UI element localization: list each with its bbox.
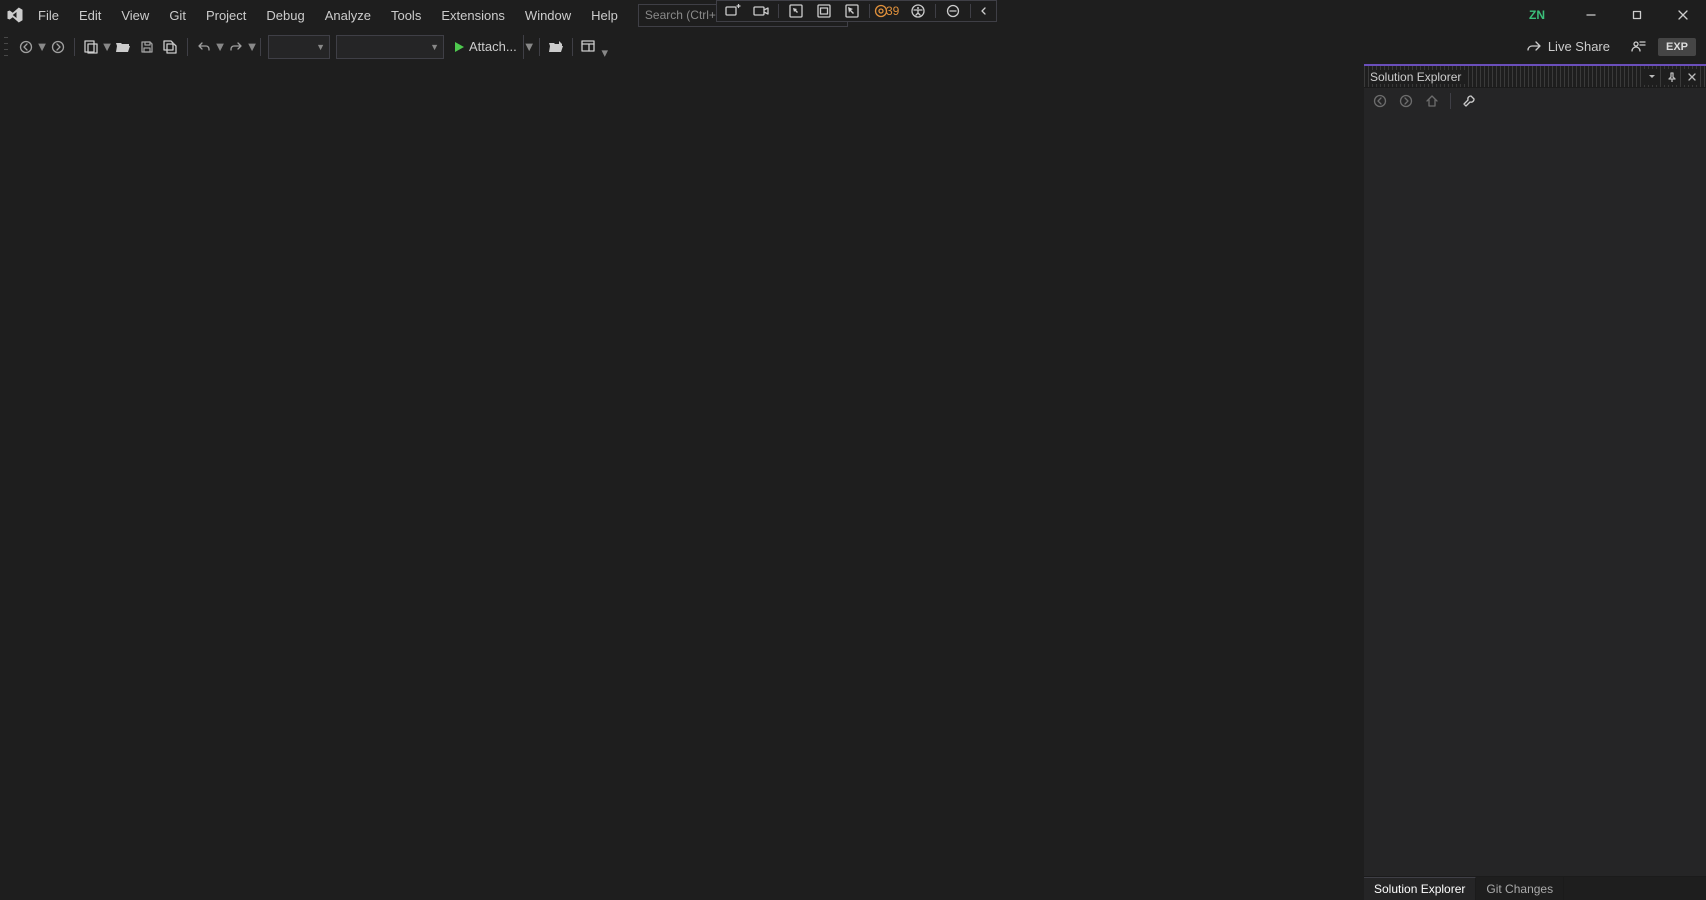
- redo-button[interactable]: [224, 35, 248, 59]
- separator: [539, 38, 540, 56]
- separator: [778, 4, 779, 18]
- menu-view[interactable]: View: [111, 4, 159, 27]
- separator: [970, 4, 971, 18]
- titlebar-right: ZN: [1524, 0, 1706, 30]
- menu-window[interactable]: Window: [515, 4, 581, 27]
- panel-back-icon[interactable]: [1370, 91, 1390, 111]
- separator: [260, 38, 261, 56]
- main-area: Solution Explorer: [0, 64, 1706, 900]
- window-capture-icon[interactable]: [811, 2, 837, 20]
- panel-bottom-tabs: Solution Explorer Git Changes: [1364, 876, 1706, 900]
- exp-button[interactable]: EXP: [1658, 38, 1696, 56]
- find-in-files-button[interactable]: [544, 35, 568, 59]
- menu-tools[interactable]: Tools: [381, 4, 431, 27]
- attach-label: Attach...: [469, 39, 517, 54]
- tab-git-changes[interactable]: Git Changes: [1476, 877, 1564, 900]
- menu-analyze[interactable]: Analyze: [315, 4, 381, 27]
- undo-button[interactable]: [192, 35, 216, 59]
- panel-title: Solution Explorer: [1370, 70, 1467, 84]
- chevron-down-icon: ▼: [316, 42, 325, 52]
- notification-count[interactable]: 39: [874, 2, 903, 20]
- minimize-button[interactable]: [1568, 0, 1614, 30]
- vs-logo-icon: [2, 6, 28, 24]
- redo-dropdown[interactable]: ▼: [248, 39, 256, 54]
- solution-explorer-panel: Solution Explorer: [1364, 64, 1706, 900]
- new-project-button[interactable]: [79, 35, 103, 59]
- separator: [869, 4, 870, 18]
- menu-file[interactable]: File: [28, 4, 69, 27]
- nav-back-button[interactable]: [14, 35, 38, 59]
- snip-new-icon[interactable]: [720, 2, 746, 20]
- save-button[interactable]: [135, 35, 159, 59]
- live-share-label: Live Share: [1548, 39, 1610, 54]
- close-panel-icon[interactable]: [1684, 69, 1700, 85]
- panel-options-dropdown[interactable]: [1644, 69, 1660, 85]
- editor-empty-area: [0, 64, 1364, 900]
- separator: [74, 38, 75, 56]
- main-menu: File Edit View Git Project Debug Analyze…: [28, 4, 628, 27]
- attach-debugger-button[interactable]: Attach...: [447, 35, 523, 59]
- menu-project[interactable]: Project: [196, 4, 256, 27]
- window-layout-button[interactable]: [577, 35, 601, 59]
- notification-count-value: 39: [886, 4, 903, 18]
- nav-forward-button[interactable]: [46, 35, 70, 59]
- toolbar-grip[interactable]: [4, 37, 10, 57]
- tab-solution-explorer[interactable]: Solution Explorer: [1364, 877, 1476, 900]
- save-all-button[interactable]: [159, 35, 183, 59]
- title-bar: File Edit View Git Project Debug Analyze…: [0, 0, 1706, 30]
- do-not-disturb-icon[interactable]: [940, 2, 966, 20]
- maximize-button[interactable]: [1614, 0, 1660, 30]
- solution-tree-empty: [1364, 114, 1706, 876]
- standard-toolbar: ▼ ▼ ▼ ▼ ▼ ▼ Attach... ▼ ▾: [0, 30, 1706, 64]
- menu-git[interactable]: Git: [159, 4, 196, 27]
- separator: [935, 4, 936, 18]
- nav-back-dropdown[interactable]: ▼: [38, 39, 46, 54]
- attach-dropdown[interactable]: ▼: [523, 35, 535, 59]
- user-avatar[interactable]: ZN: [1524, 5, 1550, 25]
- menu-debug[interactable]: Debug: [256, 4, 314, 27]
- separator: [1450, 93, 1451, 109]
- chevron-left-icon[interactable]: [975, 2, 993, 20]
- pointer-capture-icon[interactable]: [783, 2, 809, 20]
- solution-platform-combo[interactable]: ▼: [336, 35, 444, 59]
- accessibility-icon[interactable]: [905, 2, 931, 20]
- record-icon[interactable]: [748, 2, 774, 20]
- quick-action-bar: 39: [716, 0, 997, 22]
- open-file-button[interactable]: [111, 35, 135, 59]
- panel-toolbar: [1364, 88, 1706, 114]
- feedback-button[interactable]: [1626, 35, 1650, 59]
- close-button[interactable]: [1660, 0, 1706, 30]
- menu-help[interactable]: Help: [581, 4, 628, 27]
- panel-forward-icon[interactable]: [1396, 91, 1416, 111]
- separator: [572, 38, 573, 56]
- pin-icon[interactable]: [1664, 69, 1680, 85]
- undo-dropdown[interactable]: ▼: [216, 39, 224, 54]
- properties-wrench-icon[interactable]: [1459, 91, 1479, 111]
- new-project-dropdown[interactable]: ▼: [103, 39, 111, 54]
- separator: [187, 38, 188, 56]
- toolbar-right: Live Share EXP: [1518, 35, 1702, 59]
- chevron-down-icon: ▼: [430, 42, 439, 52]
- panel-header: Solution Explorer: [1364, 66, 1706, 88]
- menu-extensions[interactable]: Extensions: [431, 4, 515, 27]
- live-share-button[interactable]: Live Share: [1518, 35, 1618, 58]
- window-layout-dropdown[interactable]: ▾: [601, 45, 609, 61]
- fullscreen-capture-icon[interactable]: [839, 2, 865, 20]
- menu-edit[interactable]: Edit: [69, 4, 111, 27]
- solution-config-combo[interactable]: ▼: [268, 35, 330, 59]
- home-icon[interactable]: [1422, 91, 1442, 111]
